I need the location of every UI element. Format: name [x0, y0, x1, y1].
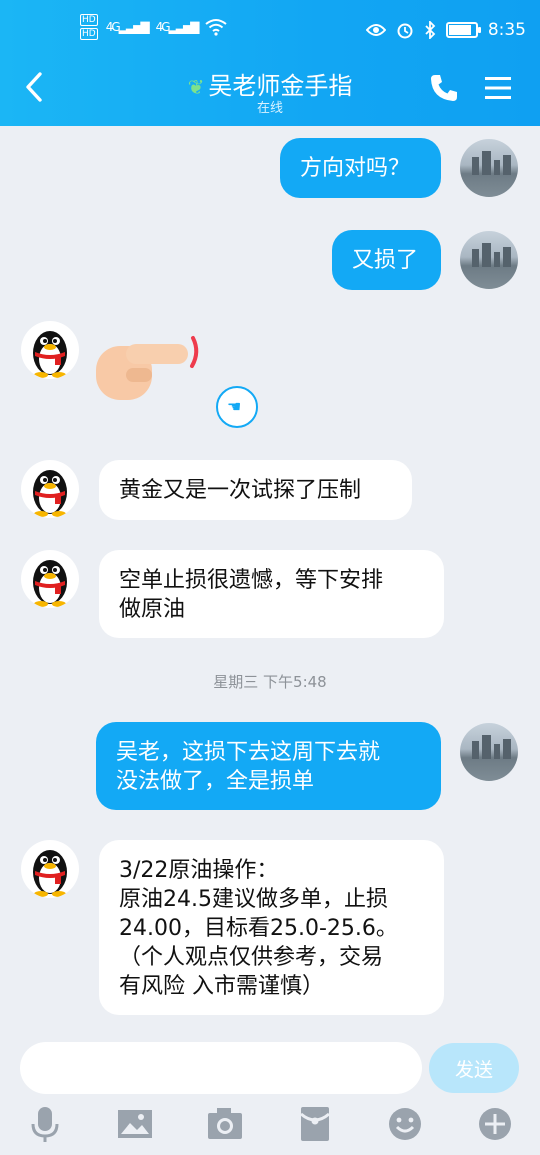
wifi-icon	[205, 19, 228, 36]
message-bubble[interactable]: 3/22原油操作： 原油24.5建议做多单，止损 24.00，目标看25.0-2…	[99, 840, 444, 1015]
my-avatar[interactable]	[460, 231, 518, 289]
input-bar: 发送	[0, 1030, 540, 1155]
phone-icon[interactable]	[428, 72, 460, 104]
red-packet-icon[interactable]	[295, 1104, 335, 1144]
message-bubble[interactable]: 方向对吗？	[280, 138, 441, 198]
status-bar: HD HD 4G▂▃▅▇ 4G▂▃▅▇ 8:35	[0, 0, 540, 60]
hd-badge: HD	[80, 28, 98, 40]
message-bubble[interactable]: 又损了	[332, 230, 441, 290]
contact-avatar[interactable]	[21, 460, 79, 518]
mic-icon[interactable]	[25, 1104, 65, 1144]
hand-icon: ☚	[227, 397, 242, 416]
signal-icon: 4G▂▃▅▇	[155, 20, 200, 34]
plus-icon[interactable]	[475, 1104, 515, 1144]
my-avatar[interactable]	[460, 723, 518, 781]
menu-icon[interactable]	[484, 74, 512, 102]
message-input[interactable]	[20, 1042, 422, 1094]
my-avatar[interactable]	[460, 139, 518, 197]
message-bubble[interactable]: 空单止损很遗憾，等下安排 做原油	[99, 550, 444, 638]
penguin-icon	[33, 560, 67, 607]
penguin-icon	[33, 850, 67, 897]
bluetooth-icon	[425, 21, 436, 39]
battery-icon	[445, 22, 481, 38]
contact-avatar[interactable]	[21, 550, 79, 608]
emoji-icon[interactable]	[385, 1104, 425, 1144]
chat-header: HD HD 4G▂▃▅▇ 4G▂▃▅▇ 8:35 ❦ 吴老师金手指 在线	[0, 0, 540, 126]
image-icon[interactable]	[115, 1104, 155, 1144]
eye-icon	[365, 24, 386, 36]
alarm-icon	[397, 23, 413, 39]
message-timestamp: 星期三 下午5:48	[213, 673, 327, 691]
camera-icon[interactable]	[205, 1104, 245, 1144]
contact-avatar[interactable]	[21, 321, 79, 379]
signal-icon: 4G▂▃▅▇	[105, 20, 150, 34]
contact-avatar[interactable]	[21, 840, 79, 898]
penguin-icon	[33, 470, 67, 517]
message-bubble[interactable]: 黄金又是一次试探了压制	[99, 460, 412, 520]
sticker-reaction[interactable]: ☚	[216, 386, 258, 428]
send-button[interactable]: 发送	[429, 1043, 519, 1093]
hd-badge: HD	[80, 14, 98, 26]
pointing-finger-sticker[interactable]	[96, 330, 206, 402]
message-bubble[interactable]: 吴老，这损下去这周下去就 没法做了，全是损单	[96, 722, 441, 810]
clock: 8:35	[487, 20, 526, 40]
leaf-icon: ❦	[187, 75, 205, 99]
penguin-icon	[33, 331, 67, 378]
chat-toolbar	[0, 1104, 540, 1148]
